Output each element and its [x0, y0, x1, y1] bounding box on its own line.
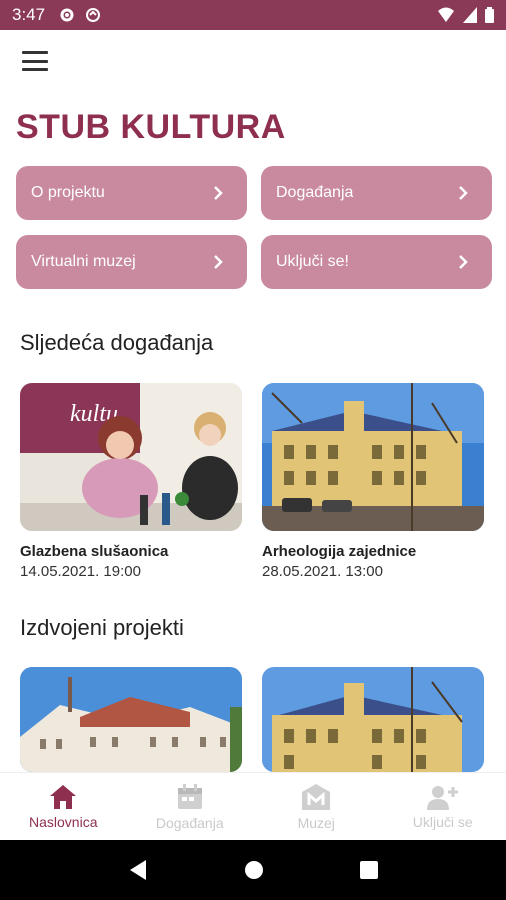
home-icon: [50, 784, 77, 809]
menu-icon[interactable]: [22, 51, 48, 71]
section-title-events: Sljedeća događanja: [20, 330, 214, 355]
chevron-right-icon: [459, 255, 468, 269]
section-title-projects: Izdvojeni projekti: [20, 615, 184, 640]
nav-button-o-projektu[interactable]: O projektu: [16, 166, 247, 220]
bottom-nav-label: Muzej: [297, 814, 335, 831]
bottom-nav-events[interactable]: Događanja: [127, 773, 254, 840]
data-saver-icon: [86, 8, 101, 22]
bottom-navigation: Naslovnica Događanja Muzej Uključi se: [0, 772, 506, 840]
nav-button-dogadanja[interactable]: Događanja: [261, 166, 492, 220]
wifi-icon: [438, 7, 454, 22]
nav-button-virtualni-muzej[interactable]: Virtualni muzej: [16, 235, 247, 289]
event-date: 28.05.2021. 13:00: [262, 563, 383, 580]
nav-button-label: Virtualni muzej: [31, 253, 136, 270]
back-icon[interactable]: [128, 859, 148, 881]
calendar-icon: [177, 783, 202, 809]
settings-icon: [60, 8, 74, 22]
nav-button-ukljuci-se[interactable]: Uključi se!: [261, 235, 492, 289]
project-card[interactable]: [262, 667, 484, 772]
app-bar: [0, 30, 506, 92]
nav-button-label: O projektu: [31, 184, 105, 201]
event-image: [262, 383, 484, 531]
bottom-nav-label: Naslovnica: [29, 813, 98, 830]
battery-icon: [485, 7, 494, 23]
nav-button-label: Uključi se!: [276, 253, 349, 270]
system-navigation-bar: [0, 840, 506, 900]
event-name: Glazbena slušaonica: [20, 543, 169, 560]
bottom-nav-label: Uključi se: [412, 813, 473, 830]
event-date: 14.05.2021. 19:00: [20, 563, 141, 580]
event-card[interactable]: Arheologija zajednice 28.05.2021. 13:00: [262, 383, 484, 580]
status-time: 3:47: [12, 5, 46, 24]
nav-button-label: Događanja: [276, 184, 354, 201]
event-card[interactable]: kultu Glazbena slušaonica 14.05.2021. 19…: [20, 383, 242, 580]
recents-icon[interactable]: [360, 861, 378, 879]
add-person-icon: [426, 785, 458, 810]
bottom-nav-home[interactable]: Naslovnica: [0, 773, 127, 840]
chevron-right-icon: [459, 186, 468, 200]
status-bar: 3:47: [0, 0, 506, 30]
project-image: [20, 667, 242, 772]
chevron-right-icon: [214, 186, 223, 200]
project-card[interactable]: [20, 667, 242, 772]
bottom-nav-museum[interactable]: Muzej: [253, 773, 380, 840]
project-image: [262, 667, 484, 772]
chevron-right-icon: [214, 255, 223, 269]
home-button-icon[interactable]: [244, 860, 264, 880]
bottom-nav-join[interactable]: Uključi se: [380, 773, 506, 840]
event-name: Arheologija zajednice: [262, 543, 417, 560]
bottom-nav-label: Događanja: [155, 814, 224, 831]
event-image: kultu: [20, 383, 242, 531]
signal-icon: [463, 7, 477, 23]
page-title: STUB KULTURA: [16, 108, 286, 146]
museum-icon: [302, 783, 331, 810]
